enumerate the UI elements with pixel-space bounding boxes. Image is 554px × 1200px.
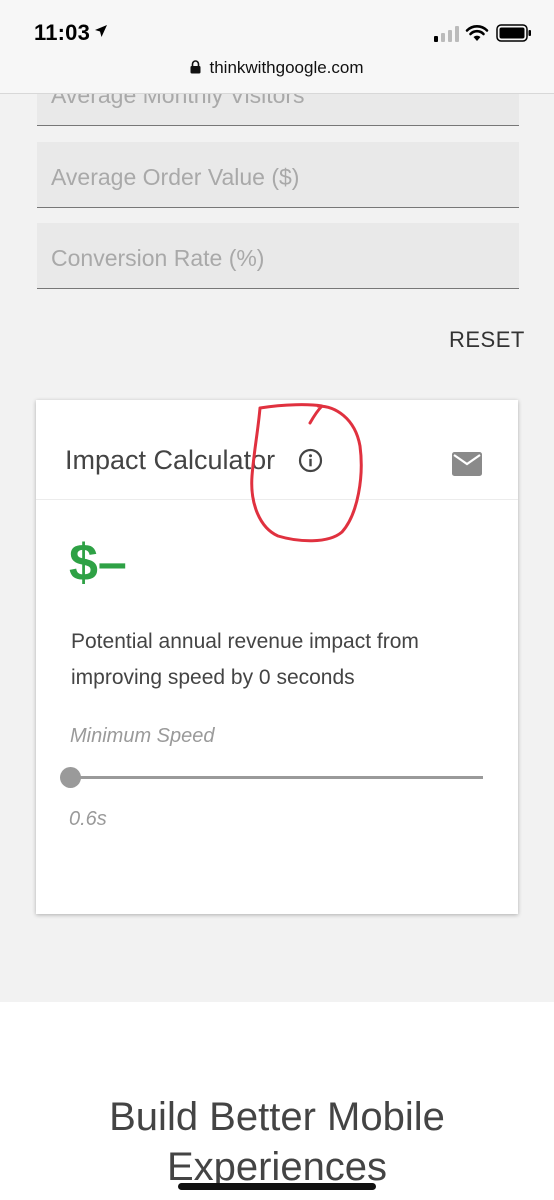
revenue-impact-value: $–: [69, 534, 127, 592]
lock-icon: [190, 60, 201, 74]
order-value-field[interactable]: Average Order Value ($): [37, 142, 519, 208]
speed-slider-value: 0.6s: [69, 808, 107, 830]
status-time: 11:03: [34, 20, 91, 45]
mail-icon[interactable]: [452, 452, 482, 476]
minimum-speed-label: Minimum Speed: [70, 725, 215, 747]
info-icon[interactable]: [298, 448, 323, 473]
card-title: Impact Calculator: [65, 445, 276, 475]
cellular-signal-icon: [434, 26, 459, 42]
section-heading: Build Better Mobile Experiences: [109, 1095, 445, 1189]
revenue-impact-description: Potential annual revenue impact from imp…: [71, 630, 419, 689]
url-bar[interactable]: thinkwithgoogle.com: [0, 58, 554, 78]
reset-button[interactable]: RESET: [449, 327, 525, 353]
conversion-rate-field[interactable]: Conversion Rate (%): [37, 223, 519, 289]
impact-calculator-card: Impact Calculator $– Potential annual re…: [36, 400, 518, 914]
wifi-icon: [465, 25, 489, 41]
speed-slider-thumb[interactable]: [59, 767, 81, 788]
speed-slider-track[interactable]: [70, 776, 483, 779]
battery-icon: [496, 24, 531, 42]
card-header: Impact Calculator: [36, 400, 518, 500]
conversion-rate-label: Conversion Rate (%): [51, 245, 265, 271]
order-value-label: Average Order Value ($): [51, 164, 300, 190]
lower-section: Build Better Mobile Experiences: [0, 1002, 554, 1200]
location-arrow-icon: [95, 25, 107, 37]
url-text: thinkwithgoogle.com: [209, 58, 364, 77]
browser-chrome: 11:03 thinkwithgoogle.com: [0, 0, 554, 94]
home-indicator: [178, 1183, 376, 1190]
